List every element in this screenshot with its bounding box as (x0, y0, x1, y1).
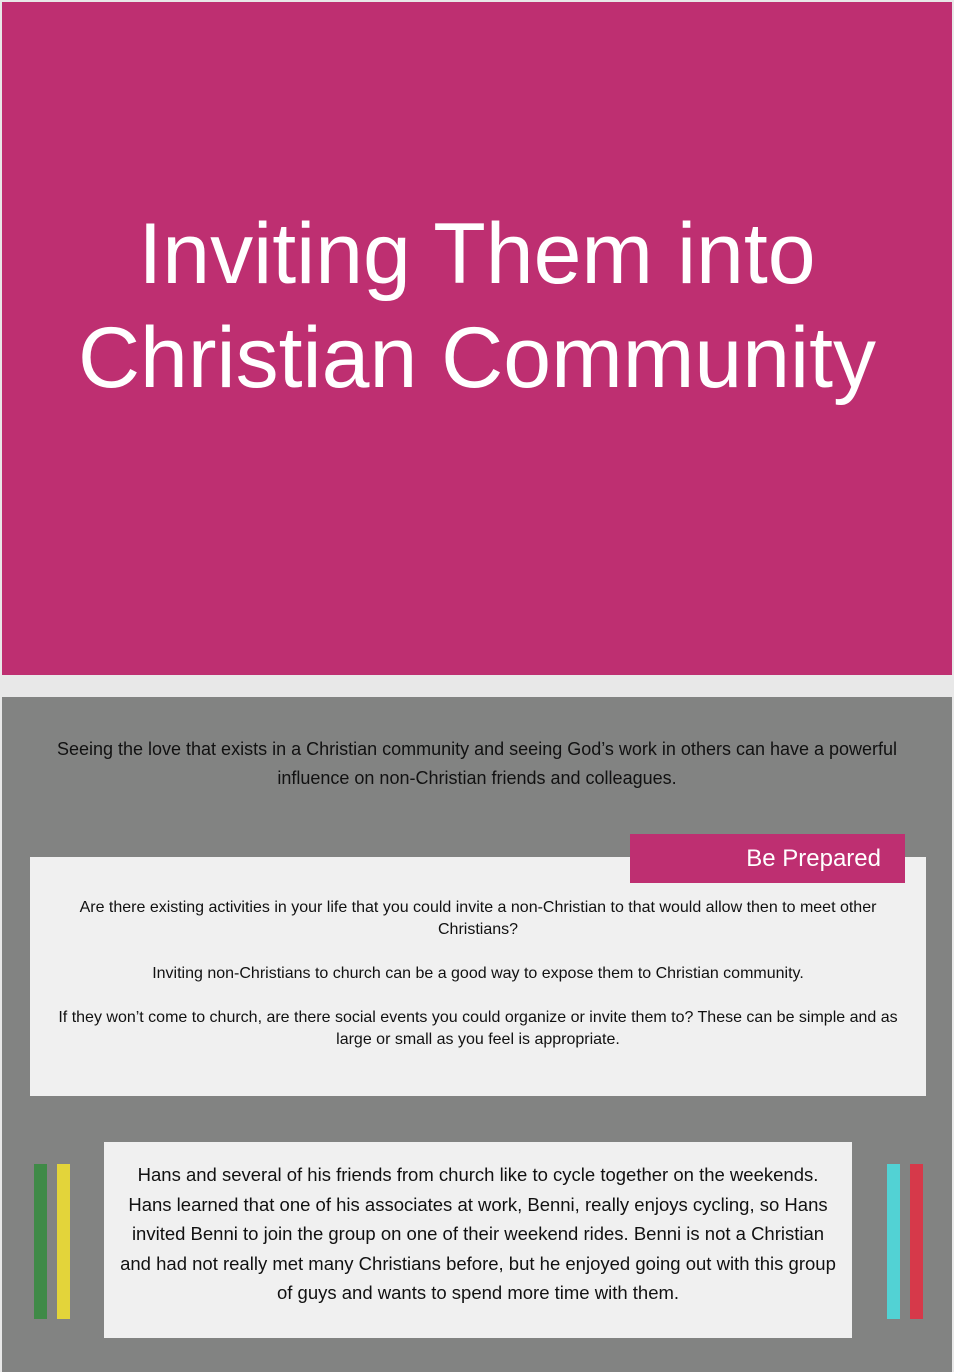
intro-text: Seeing the love that exists in a Christi… (56, 739, 898, 788)
be-prepared-text: Are there existing activities in your li… (50, 897, 906, 1073)
title-banner: Inviting Them into Christian Community (2, 2, 952, 675)
right-cyan-bar (887, 1164, 900, 1319)
left-green-bar (34, 1164, 47, 1319)
prepared-paragraph: Inviting non-Christians to church can be… (152, 965, 804, 982)
prepared-paragraph: Are there existing activities in your li… (79, 899, 877, 938)
be-prepared-label: Be Prepared (630, 834, 905, 883)
prepared-paragraph: If they won’t come to church, are there … (58, 1009, 898, 1048)
right-red-bar (910, 1164, 923, 1319)
page-title: Inviting Them into Christian Community (77, 206, 877, 406)
story-text: Hans and several of his friends from chu… (120, 1164, 836, 1303)
left-yellow-bar (57, 1164, 70, 1319)
